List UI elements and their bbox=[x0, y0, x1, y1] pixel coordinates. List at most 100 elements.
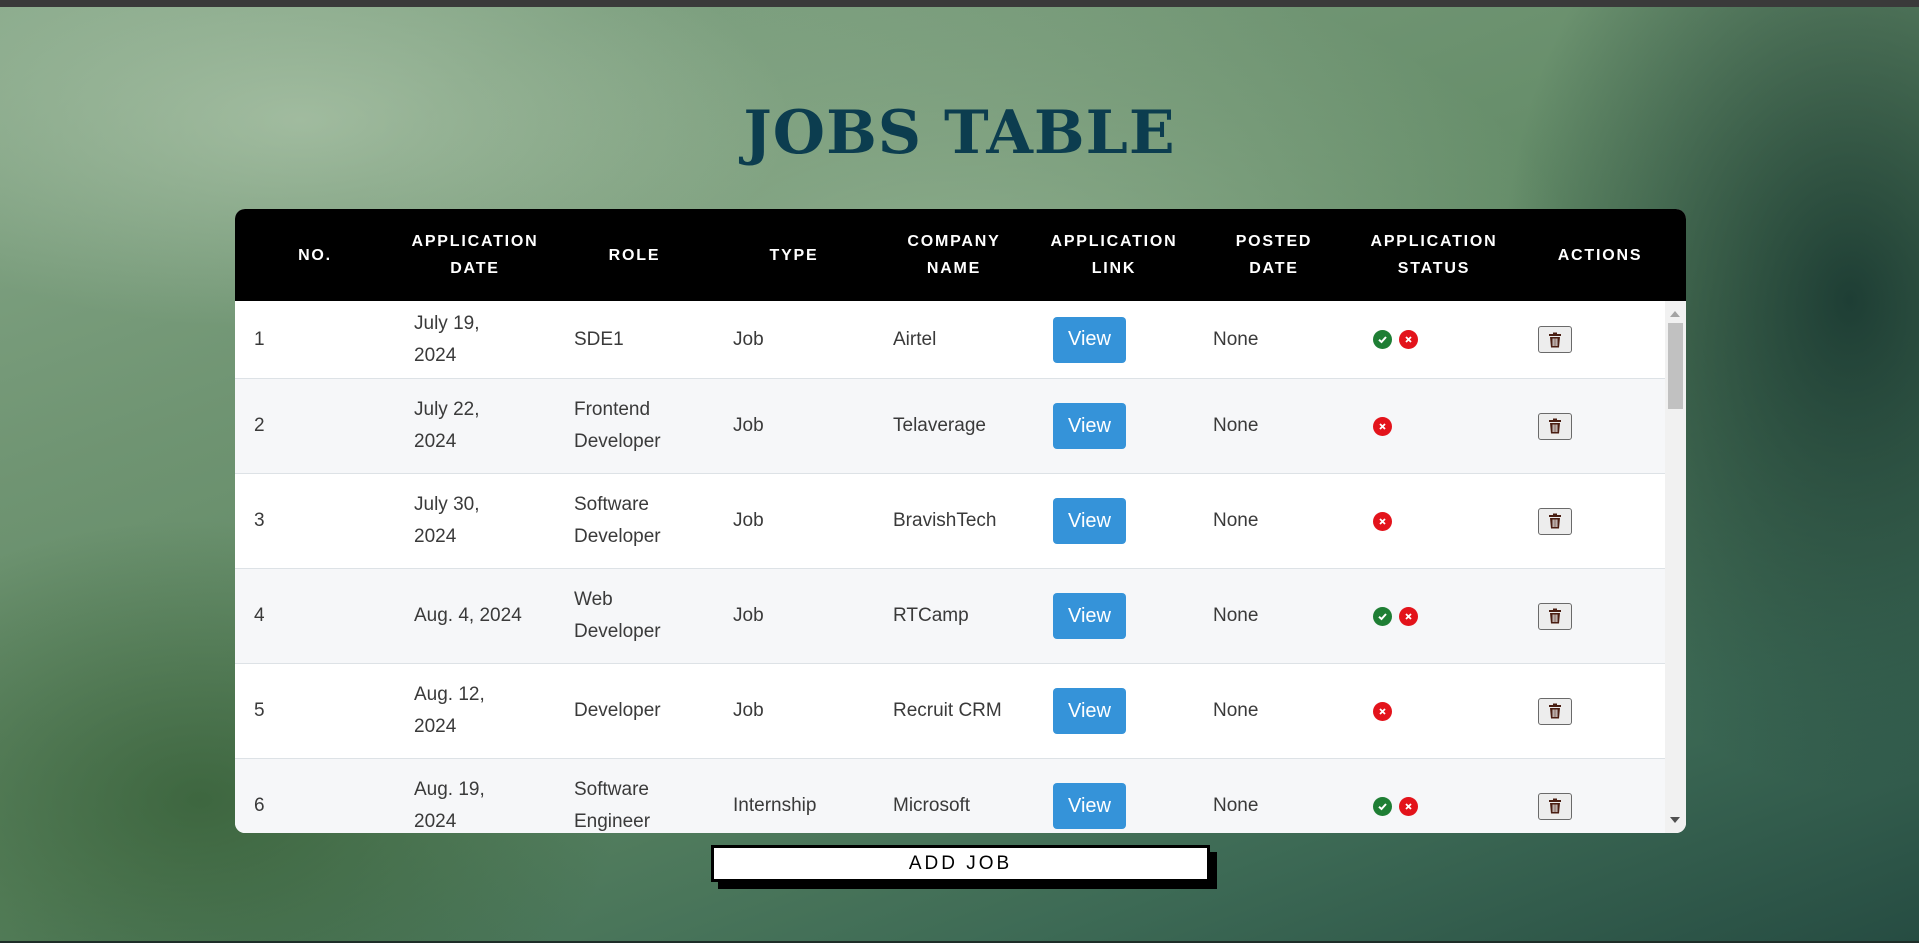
view-link-button[interactable]: View bbox=[1053, 316, 1126, 363]
delete-button[interactable] bbox=[1538, 602, 1572, 630]
cell-no: 6 bbox=[254, 795, 265, 816]
table-body: 1 July 19, 2024 SDE1 Job Airtel View None 2 July… bbox=[235, 301, 1686, 833]
cell-type: Job bbox=[733, 700, 764, 721]
header-application-date: APPLICATION DATE bbox=[411, 233, 539, 277]
view-link-button[interactable]: View bbox=[1053, 403, 1126, 449]
table-header: NO. APPLICATION DATE ROLE TYPE COMPANY N… bbox=[235, 209, 1686, 301]
scroll-up-arrow-icon[interactable] bbox=[1670, 311, 1680, 317]
delete-button[interactable] bbox=[1538, 697, 1572, 725]
x-circle-icon bbox=[1373, 701, 1392, 721]
cell-company-name: Telaverage bbox=[893, 415, 986, 436]
page-title: JOBS TABLE bbox=[743, 98, 1176, 168]
cell-application-link: View bbox=[1034, 569, 1194, 663]
table-row: 4 Aug. 4, 2024 Web Developer Job RTCamp View N… bbox=[235, 569, 1665, 664]
cell-actions bbox=[1514, 664, 1625, 758]
cell-application-date: July 30, 2024 bbox=[414, 494, 480, 547]
cell-application-link: View bbox=[1034, 379, 1194, 473]
header-role: ROLE bbox=[608, 246, 661, 264]
cell-type: Job bbox=[733, 510, 764, 531]
check-circle-icon bbox=[1373, 330, 1392, 349]
header-application-status: APPLICATION STATUS bbox=[1370, 233, 1498, 277]
cell-no: 1 bbox=[254, 328, 265, 350]
cell-actions bbox=[1514, 379, 1625, 473]
cell-type: Job bbox=[733, 605, 764, 626]
table-row: 1 July 19, 2024 SDE1 Job Airtel View None bbox=[235, 301, 1665, 379]
cell-posted-date: None bbox=[1213, 415, 1259, 436]
cell-application-date: July 19, 2024 bbox=[414, 312, 480, 366]
trash-icon bbox=[1548, 332, 1562, 348]
cell-application-link: View bbox=[1034, 474, 1194, 568]
cell-posted-date: None bbox=[1213, 700, 1259, 721]
header-no: NO. bbox=[298, 246, 332, 264]
cell-no: 3 bbox=[254, 510, 265, 531]
cell-application-status bbox=[1354, 759, 1514, 833]
cell-application-link: View bbox=[1034, 301, 1194, 378]
cell-actions bbox=[1514, 569, 1625, 663]
cell-no: 2 bbox=[254, 415, 265, 436]
trash-icon bbox=[1548, 703, 1562, 719]
cell-role: SDE1 bbox=[574, 328, 624, 350]
cell-no: 4 bbox=[254, 605, 265, 626]
x-circle-icon bbox=[1373, 511, 1392, 531]
trash-icon bbox=[1548, 418, 1562, 434]
cell-application-status bbox=[1354, 474, 1514, 568]
view-link-button[interactable]: View bbox=[1053, 688, 1126, 734]
cell-posted-date: None bbox=[1213, 605, 1259, 626]
delete-button[interactable] bbox=[1538, 792, 1572, 820]
delete-button[interactable] bbox=[1538, 326, 1572, 353]
x-circle-icon bbox=[1373, 416, 1392, 436]
cell-role: Software Developer bbox=[574, 494, 661, 547]
view-link-button[interactable]: View bbox=[1053, 498, 1126, 544]
x-circle-icon bbox=[1399, 796, 1418, 816]
cell-actions bbox=[1514, 301, 1625, 378]
trash-icon bbox=[1548, 608, 1562, 624]
table-row: 3 July 30, 2024 Software Developer Job Bravi… bbox=[235, 474, 1665, 569]
cell-role: Web Developer bbox=[574, 589, 661, 642]
view-link-button[interactable]: View bbox=[1053, 783, 1126, 829]
cell-actions bbox=[1514, 474, 1625, 568]
cell-actions bbox=[1514, 759, 1625, 833]
cell-no: 5 bbox=[254, 700, 265, 721]
cell-application-status bbox=[1354, 569, 1514, 663]
header-company-name: COMPANY NAME bbox=[907, 233, 1001, 277]
cell-application-link: View bbox=[1034, 664, 1194, 758]
jobs-table: NO. APPLICATION DATE ROLE TYPE COMPANY N… bbox=[235, 209, 1686, 833]
scroll-down-arrow-icon[interactable] bbox=[1670, 817, 1680, 823]
cell-role: Frontend Developer bbox=[574, 399, 661, 452]
table-row: 2 July 22, 2024 Frontend Developer Job Telav… bbox=[235, 379, 1665, 474]
table-row: 5 Aug. 12, 2024 Developer Job Recruit CRM Vie… bbox=[235, 664, 1665, 759]
cell-application-date: Aug. 12, 2024 bbox=[414, 684, 485, 737]
cell-role: Developer bbox=[574, 700, 661, 721]
trash-icon bbox=[1548, 798, 1562, 814]
cell-posted-date: None bbox=[1213, 795, 1259, 816]
delete-button[interactable] bbox=[1538, 507, 1572, 535]
cell-posted-date: None bbox=[1213, 328, 1259, 350]
trash-icon bbox=[1548, 513, 1562, 529]
cell-application-status bbox=[1354, 664, 1514, 758]
cell-application-status bbox=[1354, 301, 1514, 378]
cell-application-date: July 22, 2024 bbox=[414, 399, 480, 452]
table-scrollbar[interactable] bbox=[1665, 301, 1686, 833]
delete-button[interactable] bbox=[1538, 412, 1572, 440]
header-posted-date: POSTED DATE bbox=[1235, 233, 1313, 277]
cell-company-name: Airtel bbox=[893, 328, 937, 350]
x-circle-icon bbox=[1399, 330, 1418, 349]
scroll-thumb[interactable] bbox=[1668, 323, 1683, 409]
cell-type: Internship bbox=[733, 795, 817, 816]
cell-type: Job bbox=[733, 328, 764, 350]
cell-application-date: Aug. 19, 2024 bbox=[414, 779, 485, 832]
header-type: TYPE bbox=[769, 246, 819, 264]
cell-posted-date: None bbox=[1213, 510, 1259, 531]
browser-top-bar bbox=[0, 0, 1919, 7]
cell-company-name: Recruit CRM bbox=[893, 700, 1002, 721]
add-job-button[interactable]: ADD JOB bbox=[711, 845, 1210, 882]
cell-application-link: View bbox=[1034, 759, 1194, 833]
check-circle-icon bbox=[1373, 796, 1392, 816]
cell-company-name: Microsoft bbox=[893, 795, 971, 816]
header-application-link: APPLICATION LINK bbox=[1050, 233, 1178, 277]
cell-application-status bbox=[1354, 379, 1514, 473]
check-circle-icon bbox=[1373, 606, 1392, 626]
cell-application-date: Aug. 4, 2024 bbox=[414, 605, 522, 626]
cell-type: Job bbox=[733, 415, 764, 436]
view-link-button[interactable]: View bbox=[1053, 593, 1126, 639]
